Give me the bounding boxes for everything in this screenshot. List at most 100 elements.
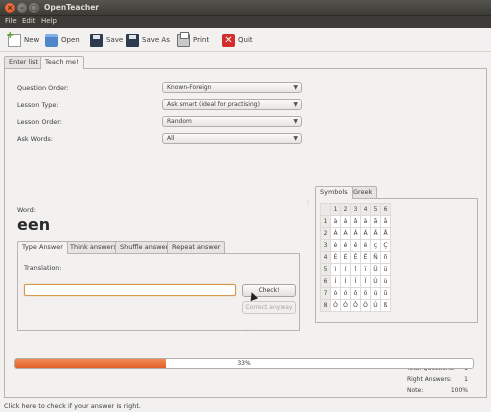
splitter-handle[interactable]: ⋮	[305, 199, 311, 206]
symbol-cell[interactable]: å	[380, 215, 391, 228]
maximize-window-icon[interactable]: □	[29, 3, 39, 13]
lesson-type-select[interactable]: Ask smart (ideal for practising) ▼	[162, 99, 302, 110]
symbol-cell[interactable]: í	[340, 263, 351, 276]
teach-panel: Question Order: Known-Foreign ▼ Lesson T…	[4, 68, 487, 398]
symbol-cell[interactable]: Ã	[370, 227, 381, 240]
symbol-cell[interactable]: ß	[380, 299, 391, 312]
open-button[interactable]: Open	[45, 32, 80, 48]
symbol-cell[interactable]: é	[340, 239, 351, 252]
ask-words-select[interactable]: All ▼	[162, 133, 302, 144]
type-answer-box: Translation: Check! Correct anyway	[17, 253, 300, 331]
symbol-cell[interactable]: Ñ	[370, 251, 381, 264]
tab-think-answers[interactable]: Think answers	[65, 241, 122, 253]
word-label: Word:	[17, 206, 36, 214]
status-bar: Click here to check if your answer is ri…	[4, 402, 141, 410]
symbol-cell[interactable]: Ê	[350, 251, 361, 264]
symbol-cell[interactable]: Ì	[330, 275, 341, 288]
symbol-cell[interactable]: Ô	[350, 299, 361, 312]
question-order-select[interactable]: Known-Foreign ▼	[162, 82, 302, 93]
symbol-cell[interactable]: à	[330, 215, 341, 228]
new-button-label: New	[24, 36, 40, 44]
symbols-row-header: 4	[320, 251, 331, 264]
lesson-order-value: Random	[167, 118, 192, 125]
symbols-row: 1àáâäãå	[320, 215, 391, 228]
symbol-cell[interactable]: ô	[350, 287, 361, 300]
symbol-cell[interactable]: Î	[350, 275, 361, 288]
symbol-cell[interactable]: Í	[340, 275, 351, 288]
open-folder-icon	[45, 33, 58, 47]
tab-type-answer[interactable]: Type Answer	[17, 241, 68, 254]
menu-help[interactable]: Help	[41, 17, 57, 25]
symbol-cell[interactable]: Ò	[330, 299, 341, 312]
word-value: een	[17, 215, 51, 234]
symbol-cell[interactable]: ç	[370, 239, 381, 252]
ask-words-label: Ask Words:	[17, 135, 53, 143]
symbol-cell[interactable]: û	[380, 287, 391, 300]
symbol-cell[interactable]: ï	[360, 263, 371, 276]
close-window-icon[interactable]: ×	[5, 3, 15, 13]
correct-anyway-button[interactable]: Correct anyway	[242, 301, 296, 314]
symbol-cell[interactable]: ö	[360, 287, 371, 300]
symbol-cell[interactable]: Ù	[370, 275, 381, 288]
tab-repeat-answer[interactable]: Repeat answer	[167, 241, 226, 253]
symbol-cell[interactable]: ë	[360, 239, 371, 252]
symbol-cell[interactable]: ò	[330, 287, 341, 300]
symbol-cell[interactable]: Ä	[360, 227, 371, 240]
symbol-cell[interactable]: Ú	[370, 299, 381, 312]
symbol-cell[interactable]: Ï	[360, 275, 371, 288]
symbol-cell[interactable]: î	[350, 263, 361, 276]
new-button[interactable]: New	[6, 30, 40, 48]
print-button[interactable]: Print	[177, 31, 209, 48]
symbol-cell[interactable]: ü	[380, 263, 391, 276]
symbol-cell[interactable]: À	[330, 227, 341, 240]
symbol-cell[interactable]: ñ	[380, 251, 391, 264]
save-disk-icon	[90, 33, 103, 47]
symbol-cell[interactable]: ê	[350, 239, 361, 252]
quit-icon: ✕	[222, 33, 235, 47]
main-window: New Open Save Save As Print ✕ Quit Enter…	[0, 28, 491, 412]
quit-button[interactable]: ✕ Quit	[222, 32, 253, 48]
symbols-row: 7òóôöúû	[320, 287, 391, 300]
symbol-cell[interactable]: è	[330, 239, 341, 252]
menu-file[interactable]: File	[5, 17, 17, 25]
tab-symbols[interactable]: Symbols	[315, 186, 353, 199]
symbol-cell[interactable]: Ç	[380, 239, 391, 252]
symbol-cell[interactable]: ú	[370, 287, 381, 300]
menu-edit[interactable]: Edit	[22, 17, 36, 25]
symbols-row-header: 7	[320, 287, 331, 300]
symbol-cell[interactable]: Á	[340, 227, 351, 240]
save-button[interactable]: Save	[90, 32, 123, 48]
symbol-cell[interactable]: ì	[330, 263, 341, 276]
ask-words-value: All	[167, 135, 175, 142]
symbol-cell[interactable]: ù	[380, 275, 391, 288]
symbol-cell[interactable]: Ó	[340, 299, 351, 312]
tab-enter-list[interactable]: Enter list	[4, 56, 44, 68]
symbols-column-header: 1	[330, 203, 341, 216]
symbol-cell[interactable]: Ë	[360, 251, 371, 264]
symbols-column-header: 5	[370, 203, 381, 216]
symbol-cell[interactable]: Ü	[370, 263, 381, 276]
symbol-cell[interactable]: Å	[380, 227, 391, 240]
save-as-button[interactable]: Save As	[126, 32, 170, 48]
splitter-handle[interactable]: ⋯	[243, 327, 249, 334]
symbol-cell[interactable]: ã	[370, 215, 381, 228]
translation-input[interactable]	[24, 284, 236, 296]
symbol-cell[interactable]: ó	[340, 287, 351, 300]
symbols-column-header: 3	[350, 203, 361, 216]
tab-teach-me[interactable]: Teach me!	[40, 56, 84, 69]
symbol-cell[interactable]: Ö	[360, 299, 371, 312]
symbols-row: 2ÀÁÂÄÃÅ	[320, 227, 391, 240]
minimize-window-icon[interactable]: –	[17, 3, 27, 13]
symbol-cell[interactable]: È	[330, 251, 341, 264]
lesson-order-select[interactable]: Random ▼	[162, 116, 302, 127]
symbol-cell[interactable]: á	[340, 215, 351, 228]
tab-shuffle-answer[interactable]: Shuffle answer	[115, 241, 174, 253]
symbol-cell[interactable]: â	[350, 215, 361, 228]
menu-bar: File Edit Help	[0, 16, 491, 28]
symbols-row: 5ìíîïÜü	[320, 263, 391, 276]
printer-icon	[177, 31, 190, 47]
symbol-cell[interactable]: Â	[350, 227, 361, 240]
chevron-down-icon: ▼	[293, 101, 298, 108]
symbol-cell[interactable]: ä	[360, 215, 371, 228]
symbol-cell[interactable]: É	[340, 251, 351, 264]
